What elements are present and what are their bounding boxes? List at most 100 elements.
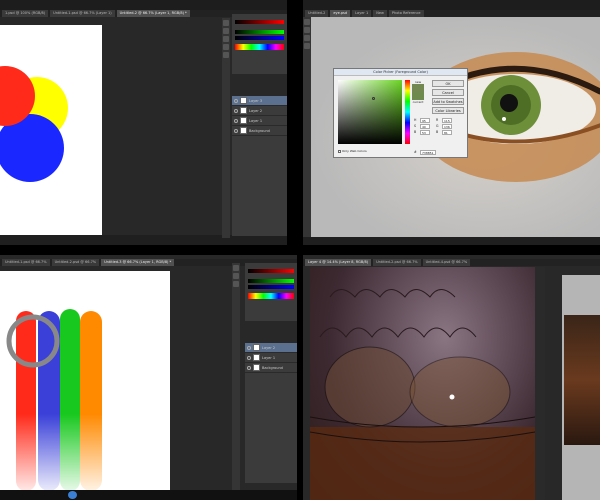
- layer-name: Layer 3: [249, 98, 263, 103]
- photoshop-window-strokes: Untitled-1.psd @ 66.7% Untitled-2.psd @ …: [0, 255, 297, 500]
- menu-bar: [0, 0, 287, 10]
- new-color-swatch: [412, 84, 424, 92]
- blue-slider[interactable]: [248, 285, 294, 289]
- taskbar: [0, 490, 297, 500]
- document-tab[interactable]: 1.psd @ 100% (RGB/8): [2, 10, 49, 17]
- photoshop-window-circles: 1.psd @ 100% (RGB/8) Untitled-1.psd @ 66…: [0, 0, 287, 245]
- dialog-title: Color Picker (Foreground Color): [334, 69, 467, 76]
- document-tabs: Untitled-2 eye.psd Layer 1 New Photo Ref…: [303, 10, 600, 17]
- red-slider[interactable]: [235, 20, 284, 24]
- layer-row[interactable]: Background: [245, 363, 297, 373]
- tool-icon[interactable]: [223, 52, 229, 58]
- document-tab[interactable]: Layer 1: [352, 10, 372, 17]
- tool-icon[interactable]: [233, 265, 239, 271]
- layer-row[interactable]: Layer 1: [232, 116, 287, 126]
- tool-icon[interactable]: [304, 27, 310, 33]
- tool-icon[interactable]: [223, 36, 229, 42]
- tool-icon[interactable]: [223, 44, 229, 50]
- document-tab-active[interactable]: eye.psd: [330, 10, 351, 17]
- photoshop-window-sketch: Layer 4 @ 14.4% (Layer 8, RGB/8) Untitle…: [303, 255, 600, 500]
- eye-icon[interactable]: [234, 98, 238, 103]
- r-label: R: [436, 118, 439, 122]
- layer-row[interactable]: Layer 3: [232, 96, 287, 106]
- eye-icon[interactable]: [234, 108, 238, 113]
- b-field[interactable]: 53: [420, 129, 430, 135]
- r-field[interactable]: 115: [442, 117, 452, 123]
- color-panel: [245, 263, 297, 321]
- eye-icon[interactable]: [247, 345, 251, 350]
- tool-icon[interactable]: [233, 273, 239, 279]
- circles-artwork: [0, 66, 68, 182]
- layer-row[interactable]: Layer 2: [245, 343, 297, 353]
- tool-icon[interactable]: [223, 28, 229, 34]
- layer-name: Background: [249, 128, 270, 133]
- document-tab[interactable]: Untitled-2.psd @ 66.7%: [373, 259, 421, 266]
- tool-icon[interactable]: [223, 20, 229, 26]
- layer-row[interactable]: Layer 1: [245, 353, 297, 363]
- green-slider[interactable]: [248, 279, 294, 283]
- layer-row[interactable]: Background: [232, 126, 287, 136]
- document-tabs: Layer 4 @ 14.4% (Layer 8, RGB/8) Untitle…: [303, 259, 600, 266]
- b-rgb-field[interactable]: 81: [442, 129, 452, 135]
- layer-name: Layer 1: [262, 355, 276, 360]
- g-label: G: [436, 124, 439, 128]
- layer-name: Layer 1: [249, 118, 263, 123]
- document-tab[interactable]: Untitled-2: [305, 10, 329, 17]
- h-field[interactable]: 95: [420, 117, 430, 123]
- color-ramp[interactable]: [248, 293, 294, 299]
- tool-icon[interactable]: [304, 35, 310, 41]
- eye-icon[interactable]: [247, 355, 251, 360]
- document-tab-active[interactable]: Untitled-2 @ 66.7% (Layer 1, RGB/8) *: [116, 10, 190, 17]
- document-tab-active[interactable]: Untitled-3 @ 66.7% (Layer 1, RGB/8) *: [101, 259, 175, 266]
- document-tab[interactable]: Untitled-1.psd @ 66.7% (Layer 1): [50, 10, 115, 17]
- ok-button[interactable]: OK: [432, 80, 464, 87]
- checkbox-icon[interactable]: [338, 149, 341, 153]
- canvas[interactable]: [0, 271, 170, 491]
- document-tab[interactable]: New: [373, 10, 387, 17]
- document-tab[interactable]: Photo Reference: [388, 10, 424, 17]
- tool-icon[interactable]: [233, 281, 239, 287]
- b-rgb-label: B: [436, 130, 439, 134]
- cancel-button[interactable]: Cancel: [432, 89, 464, 96]
- eye-icon[interactable]: [247, 365, 251, 370]
- blue-slider[interactable]: [235, 36, 284, 40]
- add-to-swatches-button[interactable]: Add to Swatches: [432, 98, 464, 105]
- red-slider[interactable]: [248, 269, 294, 273]
- color-ramp[interactable]: [235, 44, 284, 50]
- color-picker-dialog: Color Picker (Foreground Color) new curr…: [333, 68, 468, 158]
- s-field[interactable]: 40: [420, 123, 430, 129]
- rgb-value-fields: R 115 G 136 B 81: [436, 117, 452, 135]
- hue-slider[interactable]: [405, 80, 410, 144]
- reference-image: [564, 315, 600, 445]
- reference-panel: [562, 275, 600, 500]
- document-tab[interactable]: Untitled-2.psd @ 66.7%: [51, 259, 100, 266]
- eye-icon[interactable]: [234, 128, 238, 133]
- tools-panel: [303, 17, 311, 237]
- play-icon[interactable]: [68, 491, 77, 499]
- layer-name: Layer 2: [262, 345, 276, 350]
- document-tab-active[interactable]: Layer 4 @ 14.4% (Layer 8, RGB/8): [305, 259, 372, 266]
- hex-field[interactable]: 738851: [420, 149, 436, 155]
- brush-strokes-artwork: [6, 309, 102, 491]
- canvas[interactable]: [0, 25, 102, 235]
- b-label: B: [414, 130, 417, 134]
- scrollbar[interactable]: [535, 267, 545, 500]
- tool-icon[interactable]: [304, 43, 310, 49]
- document-tab[interactable]: Untitled-1.psd @ 66.7%: [2, 259, 50, 266]
- eye-icon[interactable]: [234, 118, 238, 123]
- tools-panel: [232, 263, 240, 493]
- layer-name: Background: [262, 365, 283, 370]
- tools-panel: [222, 18, 230, 238]
- color-libraries-button[interactable]: Color Libraries: [432, 107, 464, 114]
- timeline-bar: [0, 235, 287, 245]
- g-field[interactable]: 136: [442, 123, 452, 129]
- layers-panel: Layer 2 Layer 1 Background: [245, 343, 297, 483]
- layer-row[interactable]: Layer 2: [232, 106, 287, 116]
- only-web-colors[interactable]: Only Web Colors: [338, 149, 367, 153]
- color-cursor[interactable]: [372, 97, 375, 100]
- document-tab[interactable]: Untitled-4.psd @ 66.7%: [422, 259, 471, 266]
- green-slider[interactable]: [235, 30, 284, 34]
- tool-icon[interactable]: [304, 19, 310, 25]
- canvas[interactable]: [309, 267, 536, 500]
- saturation-brightness-field[interactable]: [338, 80, 402, 144]
